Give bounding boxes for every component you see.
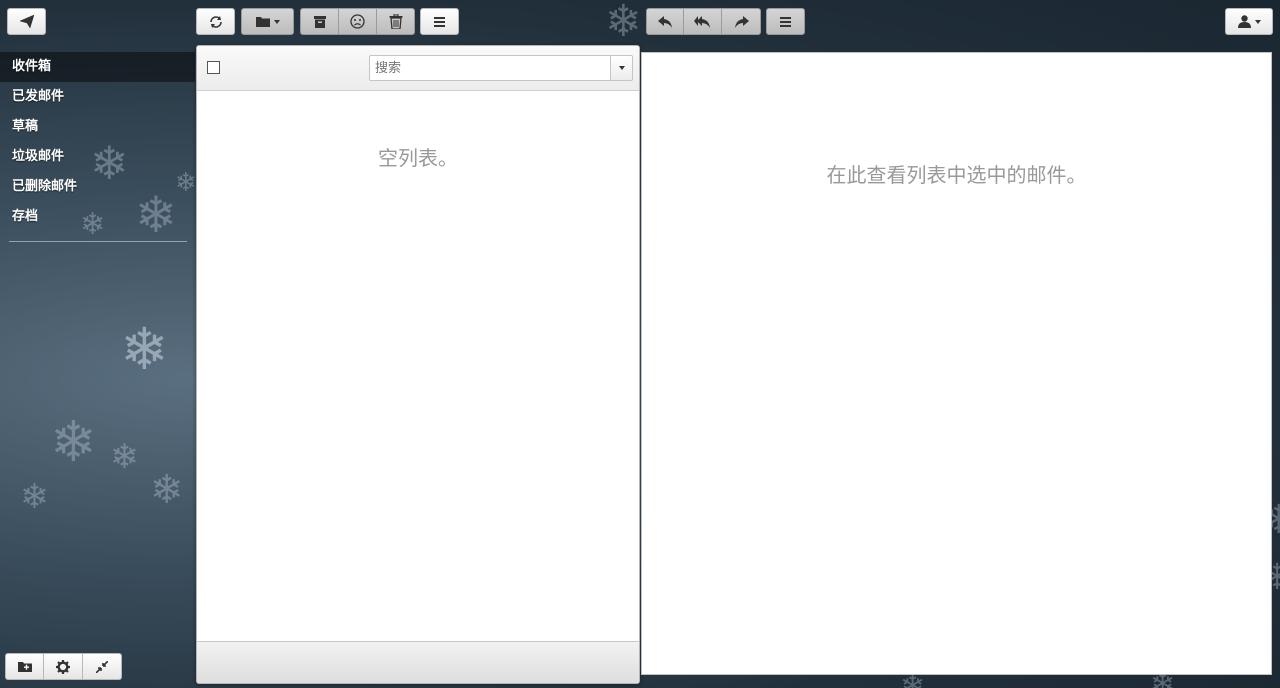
add-folder-icon bbox=[17, 661, 32, 672]
folder-drafts[interactable]: 草稿 bbox=[0, 112, 195, 142]
collapse-icon bbox=[96, 660, 108, 673]
menu-icon bbox=[434, 16, 445, 27]
reply-icon bbox=[657, 15, 673, 28]
search-options-button[interactable] bbox=[610, 55, 633, 81]
archive-icon bbox=[313, 15, 326, 28]
list-more-button[interactable] bbox=[420, 8, 459, 35]
gear-icon bbox=[56, 659, 70, 674]
spam-button[interactable] bbox=[339, 8, 377, 35]
empty-list-message: 空列表。 bbox=[378, 146, 458, 170]
message-preview-panel: 在此查看列表中选中的邮件。 bbox=[641, 52, 1272, 675]
user-icon bbox=[1237, 15, 1251, 28]
forward-button[interactable] bbox=[722, 8, 761, 35]
trash-icon bbox=[389, 14, 403, 29]
message-list-panel: 空列表。 bbox=[196, 45, 640, 684]
sad-face-icon bbox=[350, 14, 365, 29]
chevron-down-icon bbox=[1254, 19, 1261, 24]
chevron-down-icon bbox=[618, 66, 625, 70]
folder-sent[interactable]: 已发邮件 bbox=[0, 82, 195, 112]
reply-button[interactable] bbox=[646, 8, 684, 35]
move-to-folder-button[interactable] bbox=[241, 8, 294, 35]
message-actions-group bbox=[300, 8, 415, 35]
refresh-icon bbox=[208, 14, 224, 30]
reply-all-button[interactable] bbox=[684, 8, 722, 35]
search-input[interactable] bbox=[369, 55, 611, 81]
chevron-down-icon bbox=[273, 19, 280, 24]
refresh-button[interactable] bbox=[196, 8, 235, 35]
folder-spam[interactable]: 垃圾邮件 bbox=[0, 142, 195, 172]
select-all-checkbox[interactable] bbox=[207, 61, 220, 74]
forward-icon bbox=[734, 15, 749, 28]
paper-plane-icon bbox=[19, 15, 34, 28]
menu-icon bbox=[780, 16, 791, 27]
collapse-button[interactable] bbox=[83, 653, 122, 680]
message-more-button[interactable] bbox=[766, 8, 805, 35]
reply-actions-group bbox=[646, 8, 761, 35]
folder-inbox[interactable]: 收件箱 bbox=[0, 52, 195, 82]
preview-placeholder: 在此查看列表中选中的邮件。 bbox=[826, 163, 1087, 187]
reply-all-icon bbox=[694, 15, 711, 28]
message-list-footer bbox=[197, 641, 639, 683]
message-list-header bbox=[197, 46, 639, 91]
delete-button[interactable] bbox=[377, 8, 415, 35]
archive-button[interactable] bbox=[300, 8, 339, 35]
account-menu-button[interactable] bbox=[1225, 8, 1273, 35]
sidebar-tools-group bbox=[5, 653, 122, 680]
compose-button[interactable] bbox=[7, 8, 46, 35]
sidebar-divider bbox=[9, 241, 187, 242]
settings-button[interactable] bbox=[44, 653, 83, 680]
folder-icon bbox=[255, 16, 270, 27]
folder-archive[interactable]: 存档 bbox=[0, 202, 195, 232]
new-folder-button[interactable] bbox=[5, 653, 44, 680]
folder-list: 收件箱 已发邮件 草稿 垃圾邮件 已删除邮件 存档 bbox=[0, 52, 195, 232]
folder-trash[interactable]: 已删除邮件 bbox=[0, 172, 195, 202]
